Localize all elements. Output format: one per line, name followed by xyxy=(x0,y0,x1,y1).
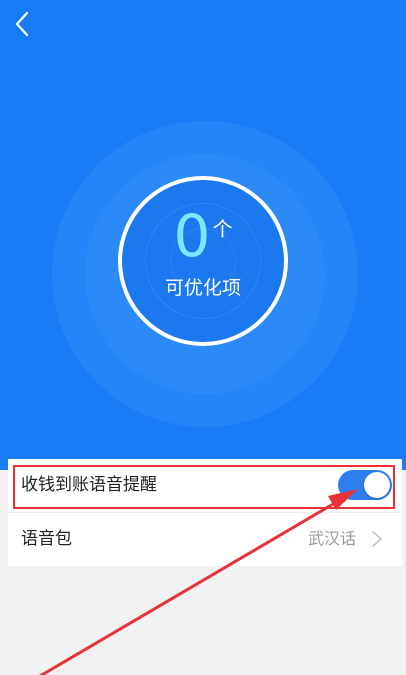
hero-panel: 0个 可优化项 xyxy=(0,0,406,470)
voice-pack-row[interactable]: 语音包 武汉话 xyxy=(8,513,402,566)
count-caption: 可优化项 xyxy=(164,277,241,299)
voice-alert-toggle[interactable] xyxy=(338,470,392,500)
voice-pack-label: 语音包 xyxy=(21,529,72,549)
settings-card: 收钱到账语音提醒 语音包 武汉话 xyxy=(8,459,402,566)
count-unit: 个 xyxy=(212,217,233,241)
back-button[interactable] xyxy=(4,6,40,42)
screen: 0个 可优化项 收钱到账语音提醒 语音包 武汉话 xyxy=(0,0,406,675)
count-value: 0 xyxy=(173,202,211,270)
chevron-left-icon xyxy=(15,11,29,37)
toggle-knob xyxy=(364,472,390,498)
voice-pack-value: 武汉话 xyxy=(307,529,356,548)
voice-alert-label: 收钱到账语音提醒 xyxy=(21,475,157,495)
chevron-right-icon xyxy=(372,531,382,547)
voice-alert-row: 收钱到账语音提醒 xyxy=(8,459,402,512)
optimizable-count: 0个 xyxy=(118,205,288,267)
